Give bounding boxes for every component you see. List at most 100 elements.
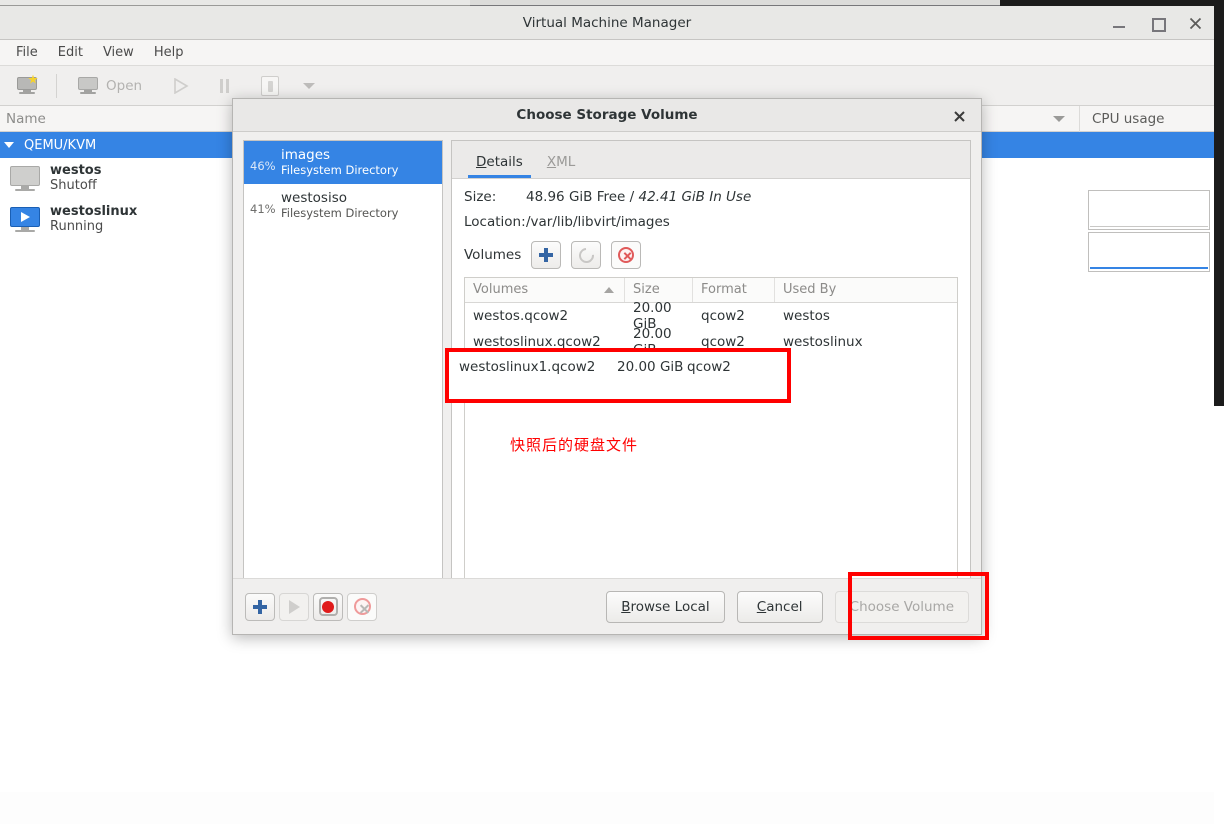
pool-item-images[interactable]: 46% images Filesystem Directory — [244, 141, 442, 184]
stop-octagon-icon — [318, 597, 338, 616]
pool-item-westosiso[interactable]: 41% westosiso Filesystem Directory — [244, 184, 442, 227]
pool-name: images — [281, 147, 331, 163]
delete-volume-button[interactable] — [611, 241, 642, 269]
pool-usage-percent: 46% — [250, 159, 276, 173]
browse-local-label: rowse Local — [630, 598, 710, 615]
size-label: Size: — [464, 189, 497, 205]
volume-name: westos.qcow2 — [473, 308, 569, 324]
plus-icon — [253, 599, 267, 614]
vm-name: westos — [50, 163, 102, 178]
browse-local-button[interactable]: Browse Local — [606, 590, 725, 623]
new-vm-button[interactable] — [8, 73, 46, 99]
close-icon[interactable] — [1186, 14, 1204, 32]
volume-row-highlight-box — [445, 348, 791, 403]
pause-icon — [220, 78, 230, 93]
pool-action-buttons — [245, 592, 377, 621]
open-button-label: Open — [106, 77, 143, 94]
size-in-use: 42.41 GiB In Use — [638, 189, 752, 205]
main-window-titlebar: Virtual Machine Manager — [0, 6, 1214, 40]
delete-circle-icon — [353, 598, 371, 615]
column-header-size[interactable]: Size — [625, 278, 693, 302]
location-label: Location: — [464, 214, 526, 230]
vm-state: Running — [50, 219, 104, 234]
dialog-titlebar: Choose Storage Volume — [233, 99, 981, 132]
size-separator: / — [629, 189, 635, 205]
vm-info: westos Shutoff — [50, 163, 101, 194]
column-header-volumes[interactable]: Volumes — [465, 278, 625, 302]
add-pool-button[interactable] — [245, 592, 275, 621]
volumes-label: Volumes — [464, 247, 522, 263]
run-button[interactable] — [164, 74, 198, 98]
highlighted-volume-name: westoslinux1.qcow2 — [459, 359, 596, 375]
start-pool-button[interactable] — [279, 592, 309, 621]
highlighted-volume-size: 20.00 GiB — [617, 359, 684, 375]
menu-file[interactable]: File — [6, 42, 48, 63]
highlighted-volume-format: qcow2 — [687, 359, 731, 375]
volumes-toolbar: Volumes — [452, 239, 970, 277]
screen-root: Virtual Machine Manager File Edit View H… — [0, 0, 1224, 824]
detail-row-size: Size: 48.96 GiB Free / 42.41 GiB In Use — [464, 189, 958, 205]
chevron-down-icon — [303, 82, 316, 89]
menubar: File Edit View Help — [0, 40, 1214, 66]
pool-text: images Filesystem Directory — [281, 147, 398, 178]
size-free: 48.96 GiB Free — [526, 189, 626, 205]
column-header-used-by[interactable]: Used By — [775, 278, 957, 302]
add-volume-button[interactable] — [531, 241, 562, 269]
shutdown-menu-button[interactable] — [295, 79, 323, 93]
size-value: 48.96 GiB Free / 42.41 GiB In Use — [526, 189, 751, 205]
window-controls — [1110, 6, 1204, 40]
vm-state: Shutoff — [50, 178, 97, 193]
menu-edit[interactable]: Edit — [48, 42, 93, 63]
stop-pool-button[interactable] — [313, 592, 343, 621]
monitor-icon — [10, 165, 40, 192]
play-icon — [174, 77, 189, 94]
maximize-icon[interactable] — [1148, 14, 1166, 32]
menu-view[interactable]: View — [93, 42, 144, 63]
delete-pool-button[interactable] — [347, 592, 377, 621]
delete-circle-icon — [618, 247, 635, 263]
table-row[interactable]: westos.qcow2 20.00 GiB qcow2 westos — [465, 300, 957, 332]
column-header-volumes-label: Volumes — [473, 282, 529, 297]
monitor-running-icon — [10, 206, 40, 233]
refresh-volumes-button[interactable] — [571, 241, 602, 269]
connection-label: QEMU/KVM — [24, 137, 97, 153]
menu-help[interactable]: Help — [144, 42, 194, 63]
pool-type: Filesystem Directory — [281, 206, 399, 220]
cancel-label: ancel — [766, 598, 803, 615]
pool-type: Filesystem Directory — [281, 163, 399, 177]
cpu-usage-sparkline-westoslinux — [1088, 232, 1210, 272]
tab-details-label: etails — [486, 154, 523, 170]
detail-tabs: Details XML — [452, 141, 970, 179]
pause-button[interactable] — [212, 75, 237, 97]
vm-name: westoslinux — [50, 204, 138, 219]
volume-used-by: westoslinux — [783, 334, 863, 350]
pool-usage-percent: 41% — [250, 202, 276, 216]
screen-right-edge-lower — [1214, 406, 1224, 824]
annotation-chinese-note: 快照后的硬盘文件 — [510, 436, 639, 454]
close-icon[interactable] — [949, 106, 969, 126]
detail-row-location: Location: /var/lib/libvirt/images — [464, 214, 958, 230]
refresh-icon — [575, 244, 597, 266]
new-vm-icon — [16, 74, 38, 95]
tab-xml[interactable]: XML — [535, 148, 587, 178]
tab-xml-label: ML — [556, 154, 576, 170]
shutdown-icon — [261, 75, 280, 96]
pool-text: westosiso Filesystem Directory — [281, 190, 398, 221]
column-header-format[interactable]: Format — [693, 278, 775, 302]
pool-detail-rows: Size: 48.96 GiB Free / 42.41 GiB In Use … — [452, 179, 970, 239]
choose-volume-highlight-box — [848, 572, 989, 640]
tab-details[interactable]: Details — [464, 148, 535, 178]
triangle-down-icon[interactable] — [4, 142, 14, 148]
location-value: /var/lib/libvirt/images — [526, 214, 670, 230]
shutdown-button[interactable] — [253, 72, 287, 100]
open-button[interactable]: Open — [69, 73, 150, 99]
column-header-cpu-usage[interactable]: CPU usage — [1080, 111, 1214, 127]
chevron-down-icon[interactable] — [1053, 115, 1065, 122]
pool-name: westosiso — [281, 190, 348, 206]
plus-icon — [539, 248, 554, 262]
volume-table-header: Volumes Size Format Used By — [465, 278, 957, 303]
dialog-title: Choose Storage Volume — [516, 107, 698, 123]
minimize-icon[interactable] — [1110, 14, 1128, 32]
storage-pool-list[interactable]: 46% images Filesystem Directory 41% west… — [243, 140, 443, 580]
cancel-button[interactable]: Cancel — [736, 590, 823, 623]
